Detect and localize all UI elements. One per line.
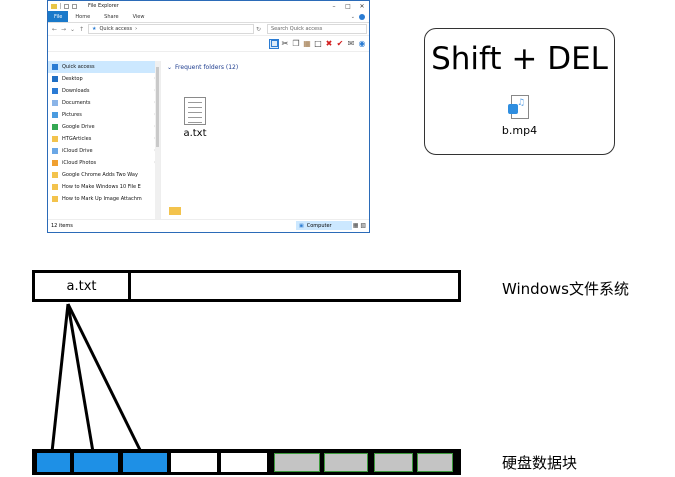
- disk-block-used: [123, 453, 167, 472]
- disk-block-gray: [374, 453, 413, 472]
- disk-block-gray: [417, 453, 453, 472]
- disk-block-used: [37, 453, 70, 472]
- pointer-line: [50, 303, 70, 453]
- disk-block-free: [221, 453, 267, 472]
- disk-block-used: [74, 453, 118, 472]
- pointer-lines: [50, 303, 143, 453]
- disk-block-strip: [32, 449, 461, 475]
- disk-label: 硬盘数据块: [502, 454, 578, 472]
- disk-block-free: [171, 453, 217, 472]
- disk-block-gray: [274, 453, 320, 472]
- disk-block-gray: [324, 453, 368, 472]
- pointer-line: [66, 303, 143, 453]
